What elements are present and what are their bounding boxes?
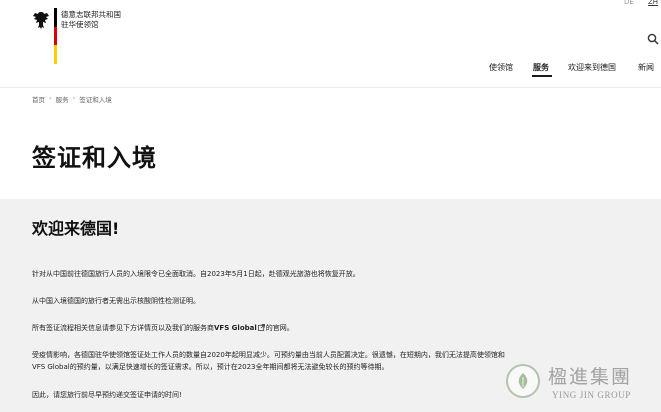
- breadcrumb-separator: ›: [49, 94, 52, 102]
- watermark-english-text: YING JIN GROUP: [552, 390, 631, 400]
- breadcrumb-separator: ›: [72, 94, 76, 102]
- header-divider: [0, 87, 661, 88]
- lang-de-link[interactable]: DE: [624, 0, 634, 6]
- nav-item-services[interactable]: 服务: [533, 62, 549, 73]
- visa-info-text-after: 的官网。: [265, 324, 294, 332]
- watermark-emblem-icon: [506, 364, 540, 398]
- lang-zh-link[interactable]: ZH: [648, 0, 658, 6]
- nav-item-news[interactable]: 新闻: [638, 62, 654, 73]
- site-name[interactable]: 德意志联邦共和国 驻华使领馆: [61, 10, 121, 30]
- nav-item-welcome-to-germany[interactable]: 欢迎来到德国: [568, 62, 616, 73]
- paragraph-test-requirement: 从中国入境德国的旅行者无需出示核酸阴性检测证明。: [32, 297, 200, 305]
- breadcrumb-services[interactable]: 服务: [56, 94, 69, 104]
- watermark-logo: 楹進集團 YING JIN GROUP: [500, 360, 661, 412]
- breadcrumb-home[interactable]: 首页: [32, 94, 45, 104]
- nav-active-indicator: [532, 75, 552, 77]
- nav-item-missions[interactable]: 使领馆: [489, 62, 513, 73]
- visa-info-text-before: 所有签证流程相关信息请参见下方详情页以及我们的服务商: [32, 324, 214, 332]
- external-link-icon[interactable]: [257, 324, 265, 331]
- watermark-chinese-text: 楹進集團: [548, 366, 633, 388]
- welcome-heading: 欢迎来德国!: [32, 219, 120, 238]
- site-name-line2: 驻华使领馆: [61, 20, 99, 29]
- breadcrumb-current: 签证和入境: [79, 96, 112, 104]
- pandemic-line2: VFS Global的预约量，以满足快速增长的签证需求。所以，预计在2023全年…: [32, 363, 389, 371]
- vfs-global-link[interactable]: VFS Global: [214, 324, 257, 332]
- page-title: 签证和入境: [32, 144, 157, 172]
- paragraph-entry-restrictions: 针对从中国前往德国旅行人员的入境限令已全面取消。自2023年5月1日起，赴德观光…: [32, 270, 360, 278]
- breadcrumb: 首页 › 服务 › 签证和入境: [32, 94, 112, 104]
- paragraph-visa-info: 所有签证流程相关信息请参见下方详情页以及我们的服务商VFS Global 的官网。: [32, 322, 642, 334]
- pandemic-line1: 受疫情影响，各德国驻华使领馆签证处工作人员的数量自2020年起明显减少。可预约量…: [32, 351, 505, 359]
- federal-eagle-icon[interactable]: [32, 10, 50, 30]
- site-header: 德意志联邦共和国 驻华使领馆 DE ZH 使领馆 服务 欢迎来到德国 新闻: [0, 0, 661, 88]
- search-icon[interactable]: [647, 33, 659, 45]
- site-name-line1: 德意志联邦共和国: [61, 10, 121, 19]
- german-flag-bar: [54, 8, 57, 64]
